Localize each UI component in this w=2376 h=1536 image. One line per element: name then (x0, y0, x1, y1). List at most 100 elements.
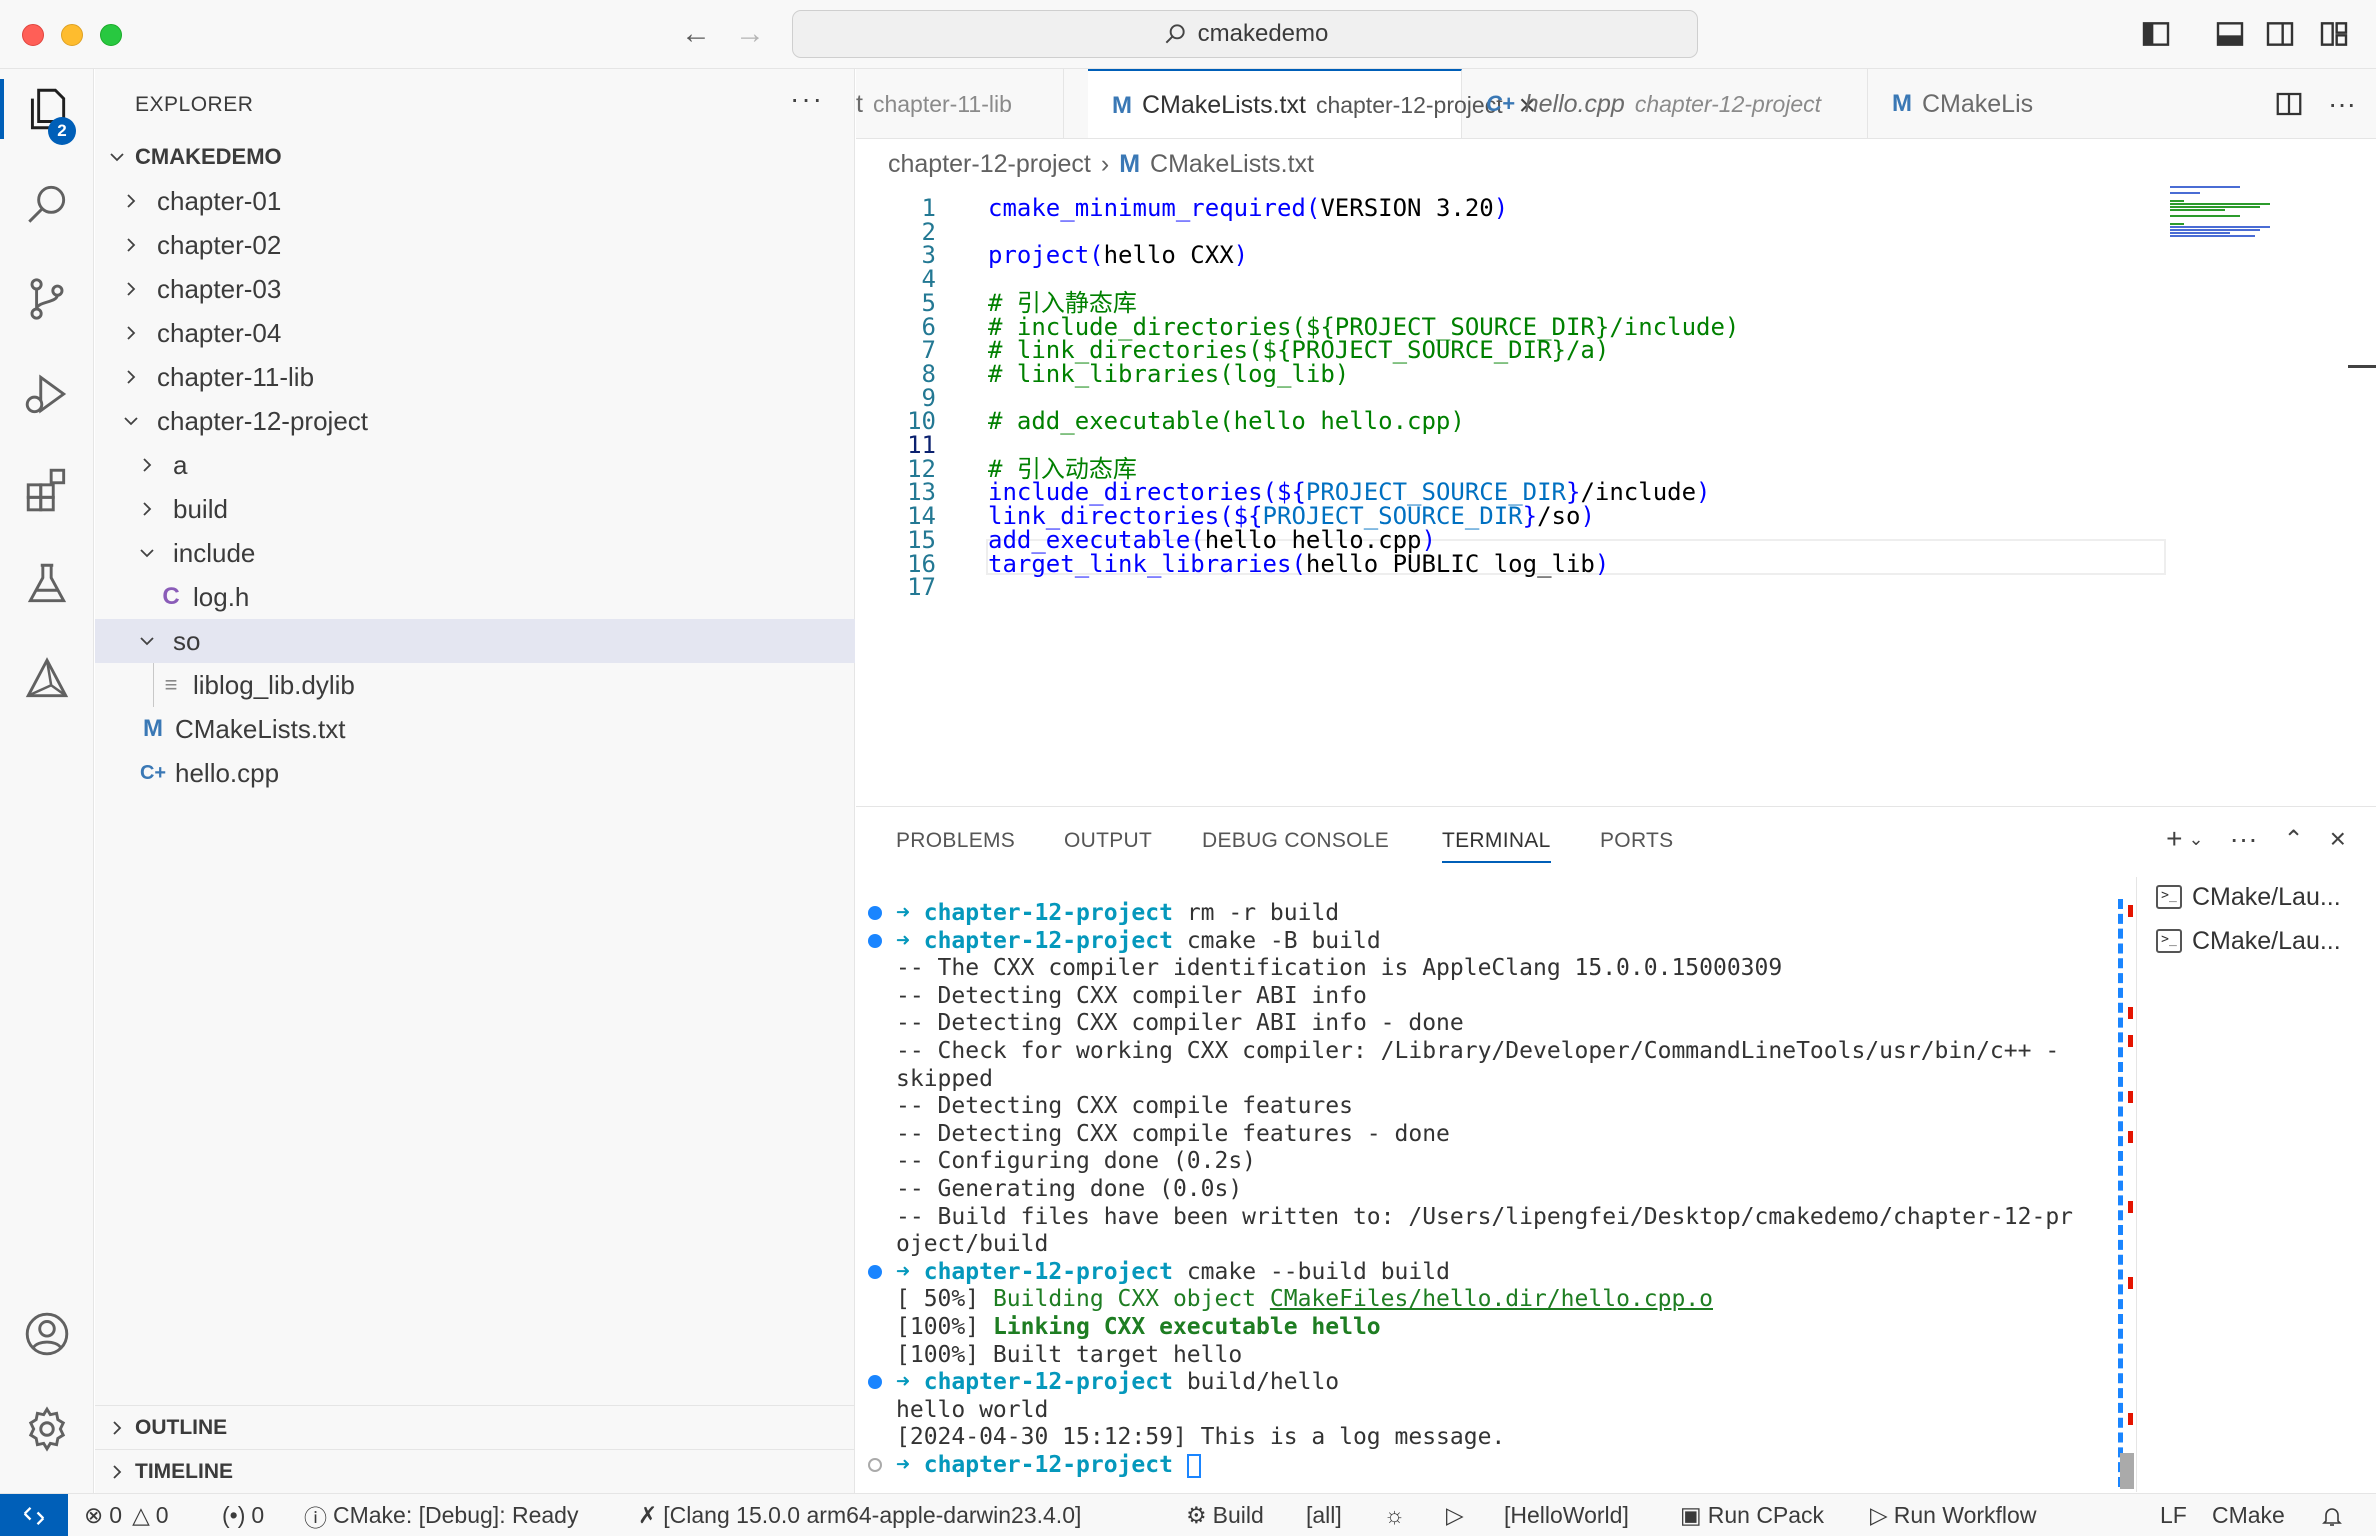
tree-item-liblog-lib-dylib[interactable]: ≡ liblog_lib.dylib (95, 663, 855, 707)
chevron-down-icon[interactable]: ⌄ (2188, 829, 2203, 850)
accounts-activity[interactable] (0, 1294, 94, 1374)
run-workflow-button[interactable]: ▷ Run Workflow (1870, 1494, 2036, 1536)
chevron-right-icon (135, 453, 159, 477)
tree-item-include[interactable]: include (95, 531, 855, 575)
tab-problems[interactable]: PROBLEMS (896, 829, 1015, 853)
terminal-instance[interactable]: >_ CMake/Lau... (2156, 877, 2341, 917)
split-editor-icon[interactable] (2274, 89, 2304, 119)
chevron-right-icon (105, 1416, 129, 1440)
tree-item-chapter-02[interactable]: chapter-02 (95, 223, 855, 267)
debug-button[interactable]: ☼ (1384, 1494, 1405, 1536)
minimize-window-button[interactable] (61, 24, 83, 46)
tab-hello-cpp[interactable]: C+ hello.cpp chapter-12-project (1462, 69, 1868, 138)
launch-button[interactable]: ▷ (1446, 1494, 1464, 1536)
terminal-scrollbar-thumb[interactable] (2120, 1453, 2134, 1489)
more-actions-icon[interactable]: ··· (790, 83, 824, 115)
command-decoration-dot[interactable] (868, 1375, 882, 1390)
tree-item-chapter-12-project[interactable]: chapter-12-project (95, 399, 855, 443)
terminal-output-text: [2024-04-30 15:12:59] This is a log mess… (896, 1424, 1506, 1451)
decoration-marker (2128, 905, 2133, 917)
tab-ports[interactable]: PORTS (1600, 829, 1673, 853)
eol-label: LF (2160, 1502, 2187, 1528)
terminal-icon: >_ (2156, 929, 2182, 953)
tree-item-hello-cpp[interactable]: C+ hello.cpp (95, 751, 855, 795)
more-actions-icon[interactable]: ··· (2328, 88, 2356, 120)
tab-output[interactable]: OUTPUT (1064, 829, 1152, 853)
terminal-line: -- Detecting CXX compile features (896, 1092, 1353, 1120)
tab-terminal[interactable]: TERMINAL (1442, 829, 1551, 863)
tree-item-chapter-03[interactable]: chapter-03 (95, 267, 855, 311)
run-cpack-button[interactable]: ▣ Run CPack (1680, 1494, 1824, 1536)
minimap[interactable] (2170, 186, 2280, 256)
tree-item-cmakelists[interactable]: M CMakeLists.txt (95, 707, 855, 751)
timeline-section[interactable]: TIMELINE (95, 1449, 855, 1493)
tree-item-chapter-01[interactable]: chapter-01 (95, 179, 855, 223)
toggle-secondary-sidebar-icon[interactable] (2264, 18, 2296, 50)
language-mode[interactable]: CMake (2212, 1494, 2285, 1536)
tree-item-chapter-11-lib[interactable]: chapter-11-lib (95, 355, 855, 399)
terminal-instance[interactable]: >_ CMake/Lau... (2156, 921, 2341, 961)
code-editor[interactable]: 1 cmake_minimum_required(VERSION 3.20) 2 3 p… (856, 186, 2376, 806)
close-window-button[interactable] (22, 24, 44, 46)
source-control-activity[interactable] (0, 259, 94, 339)
tree-item-log-h[interactable]: C log.h (95, 575, 855, 619)
toggle-primary-sidebar-icon[interactable] (2140, 18, 2172, 50)
tree-item-build[interactable]: build (95, 487, 855, 531)
editor-tabs: t chapter-11-lib M CMakeLists.txt chapte… (856, 69, 2376, 139)
manage-activity[interactable] (0, 1389, 94, 1469)
tab-chapter-11-lib[interactable]: t chapter-11-lib (856, 69, 1064, 138)
close-panel-icon[interactable]: × (2330, 823, 2346, 855)
remote-indicator[interactable] (0, 1494, 68, 1536)
outline-section[interactable]: OUTLINE (95, 1405, 855, 1449)
cmake-activity[interactable] (0, 639, 94, 719)
command-decoration-dot[interactable] (868, 906, 882, 920)
decoration-marker (2128, 1201, 2133, 1213)
terminal-output-text: -- The CXX compiler identification is Ap… (896, 955, 1783, 982)
tab-cmakelists-other[interactable]: M CMakeLis (1868, 69, 2068, 138)
tab-debug-console[interactable]: DEBUG CONSOLE (1202, 829, 1389, 853)
tree-item-chapter-04[interactable]: chapter-04 (95, 311, 855, 355)
tree-item-a[interactable]: a (95, 443, 855, 487)
build-progress: [ 50%] (896, 1286, 993, 1313)
maximize-panel-icon[interactable]: ⌃ (2284, 825, 2304, 854)
timeline-label: TIMELINE (135, 1459, 233, 1483)
search-activity[interactable] (0, 164, 94, 244)
tree-item-label: so (173, 625, 201, 656)
cmake-kit[interactable]: ✗ [Clang 15.0.0 arm64-apple-darwin23.4.0… (638, 1494, 1081, 1536)
toggle-panel-icon[interactable] (2214, 18, 2246, 50)
launch-target[interactable]: [HelloWorld] (1504, 1494, 1629, 1536)
customize-layout-icon[interactable] (2318, 18, 2350, 50)
workspace-root[interactable]: CMAKEDEMO (95, 135, 855, 179)
terminal-cursor (1186, 1453, 1201, 1478)
chevron-down-icon (135, 541, 159, 565)
terminal-output[interactable]: ➜ chapter-12-project rm -r build ➜ chapte… (856, 899, 2106, 1489)
command-decoration-dot[interactable] (868, 1458, 882, 1472)
more-actions-icon[interactable]: ··· (2230, 823, 2258, 855)
end-of-line[interactable]: LF (2160, 1494, 2187, 1536)
breadcrumb-file[interactable]: CMakeLists.txt (1150, 150, 1314, 179)
forward-arrow-icon[interactable]: → (732, 16, 768, 52)
command-decoration-dot[interactable] (868, 1264, 882, 1279)
tab-cmakelists-active[interactable]: M CMakeLists.txt chapter-12-project × (1088, 69, 1536, 138)
extensions-activity[interactable] (0, 449, 94, 529)
new-terminal-icon[interactable]: + (2166, 823, 2182, 855)
run-debug-activity[interactable] (0, 354, 94, 434)
build-target[interactable]: [all] (1306, 1494, 1342, 1536)
command-center-search[interactable]: cmakedemo (792, 10, 1698, 58)
c-header-file-icon: C (162, 583, 180, 610)
explorer-activity[interactable]: 2 (0, 69, 94, 149)
testing-activity[interactable] (0, 544, 94, 624)
maximize-window-button[interactable] (100, 24, 122, 46)
ports-status[interactable]: (•) 0 (222, 1494, 264, 1536)
terminal-line: ➜ chapter-12-project (896, 1451, 1201, 1479)
build-button[interactable]: ⚙ Build (1186, 1494, 1264, 1536)
code-line[interactable]: 17 (856, 569, 2156, 605)
search-icon (28, 185, 66, 223)
cmake-status[interactable]: ⓘ CMake: [Debug]: Ready (304, 1494, 578, 1536)
problems-status[interactable]: ⊗ 0 △ 0 (84, 1494, 169, 1536)
back-arrow-icon[interactable]: ← (678, 16, 714, 52)
command-decoration-dot[interactable] (868, 933, 882, 948)
tree-item-so[interactable]: so (95, 619, 855, 663)
notifications-button[interactable] (2320, 1494, 2344, 1536)
breadcrumb-folder[interactable]: chapter-12-project (888, 150, 1091, 179)
